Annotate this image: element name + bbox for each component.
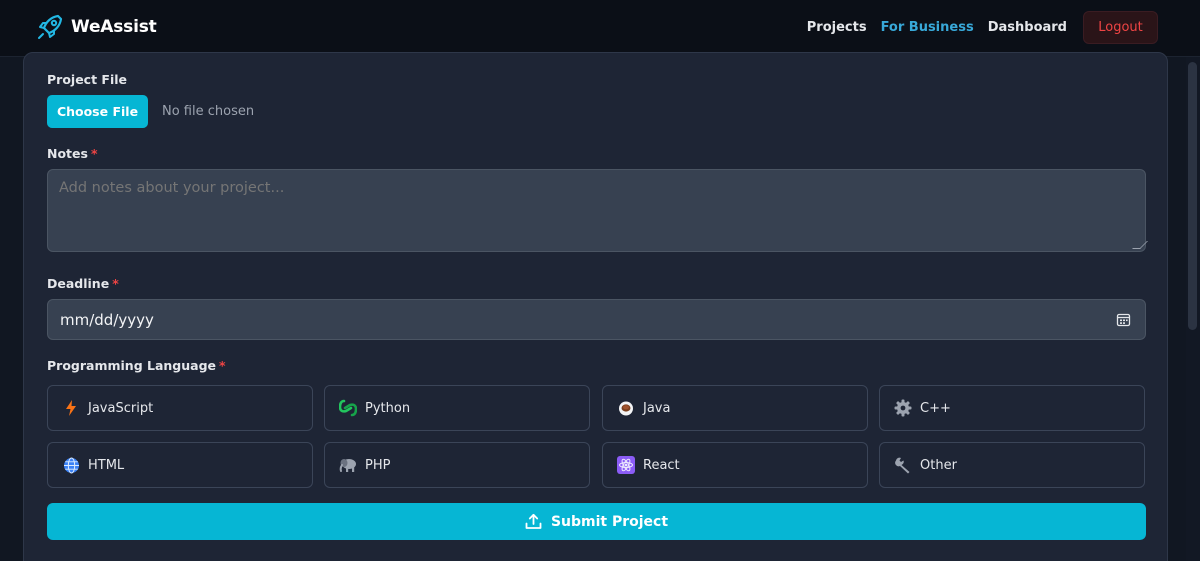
upload-icon bbox=[525, 513, 542, 529]
deadline-label: Deadline * bbox=[47, 276, 119, 291]
python-icon bbox=[339, 399, 357, 417]
submit-project-button[interactable]: Submit Project bbox=[47, 503, 1146, 540]
notes-label: Notes * bbox=[47, 146, 98, 161]
brand[interactable]: WeAssist bbox=[36, 13, 157, 41]
lightning-icon bbox=[62, 399, 80, 417]
deadline-date-input[interactable]: mm/dd/yyyy bbox=[47, 299, 1146, 340]
atom-icon bbox=[617, 456, 635, 474]
nav-link-dashboard[interactable]: Dashboard bbox=[988, 20, 1067, 35]
gear-icon bbox=[894, 399, 912, 417]
nav-links: Projects For Business Dashboard Logout bbox=[793, 11, 1158, 44]
language-option-java[interactable]: Java bbox=[602, 385, 868, 431]
required-mark: * bbox=[90, 146, 98, 161]
language-label: Programming Language * bbox=[47, 358, 226, 373]
file-status-text: No file chosen bbox=[162, 104, 255, 119]
notes-textarea[interactable] bbox=[47, 169, 1146, 252]
language-option-react[interactable]: React bbox=[602, 442, 868, 488]
project-file-label: Project File bbox=[47, 72, 127, 87]
globe-icon bbox=[62, 456, 80, 474]
language-option-php[interactable]: PHP bbox=[324, 442, 590, 488]
wrench-icon bbox=[894, 456, 912, 474]
top-navbar: WeAssist Projects For Business Dashboard… bbox=[0, 0, 1200, 57]
language-option-html[interactable]: HTML bbox=[47, 442, 313, 488]
language-option-python[interactable]: Python bbox=[324, 385, 590, 431]
submit-label: Submit Project bbox=[550, 513, 669, 530]
elephant-icon bbox=[339, 456, 357, 474]
choose-file-button[interactable]: Choose File bbox=[47, 95, 148, 128]
language-option-cpp[interactable]: C++ bbox=[879, 385, 1145, 431]
required-mark: * bbox=[112, 276, 119, 291]
language-option-other[interactable]: Other bbox=[879, 442, 1145, 488]
scrollbar-thumb[interactable] bbox=[1188, 62, 1197, 330]
nav-link-for-business[interactable]: For Business bbox=[881, 20, 974, 35]
rocket-icon bbox=[38, 14, 63, 39]
nav-link-projects[interactable]: Projects bbox=[807, 20, 867, 35]
required-mark: * bbox=[219, 358, 226, 373]
calendar-icon[interactable] bbox=[1116, 312, 1131, 327]
language-option-javascript[interactable]: JavaScript bbox=[47, 385, 313, 431]
brand-name: WeAssist bbox=[71, 17, 157, 37]
date-placeholder: mm/dd/yyyy bbox=[60, 310, 154, 329]
coffee-icon bbox=[617, 399, 635, 417]
logout-button[interactable]: Logout bbox=[1083, 11, 1158, 44]
